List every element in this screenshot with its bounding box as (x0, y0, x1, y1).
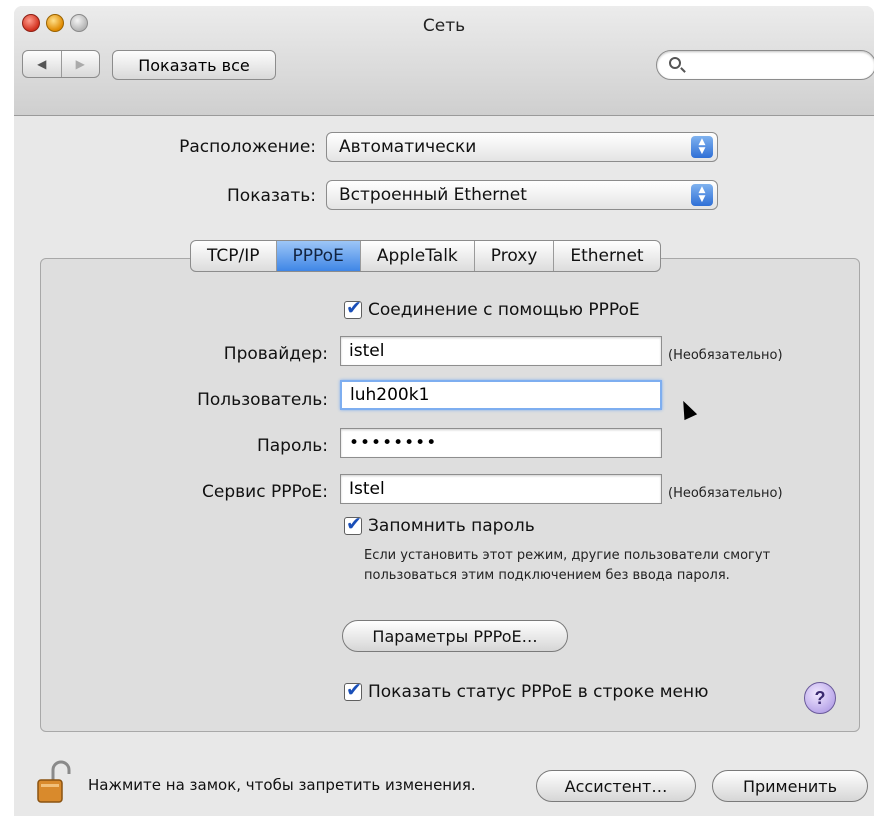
show-value: Встроенный Ethernet (339, 185, 527, 205)
service-hint: (Необязательно) (668, 486, 783, 501)
service-label: Сервис PPPoE: (202, 482, 328, 502)
location-value: Автоматически (339, 137, 477, 157)
remember-password-label: Запомнить пароль (368, 516, 535, 536)
window-title: Сеть (422, 16, 466, 36)
tab-pppoe[interactable]: PPPoE (275, 241, 360, 271)
forward-arrow-icon[interactable]: ▶ (60, 51, 100, 77)
help-button[interactable]: ? (804, 682, 836, 714)
padlock-open-icon[interactable] (36, 760, 72, 804)
back-arrow-icon[interactable]: ◀ (23, 51, 61, 77)
remember-password-checkbox[interactable]: Запомнить пароль (344, 513, 535, 536)
popup-arrows-icon: ▲ ▼ (691, 184, 713, 206)
show-label: Показать: (227, 186, 316, 206)
preferences-window: Сеть ◀ ▶ Показать все Расположение: Авто… (14, 6, 874, 816)
connect-pppoe-checkbox[interactable]: Соединение с помощью PPPoE (344, 297, 640, 320)
lock-hint-text: Нажмите на замок, чтобы запретить измене… (88, 776, 476, 794)
show-all-button[interactable]: Показать все (112, 50, 276, 80)
password-input[interactable] (340, 428, 662, 458)
user-label: Пользователь: (197, 390, 328, 410)
search-input[interactable] (689, 55, 869, 75)
tab-appletalk[interactable]: AppleTalk (359, 241, 474, 271)
user-input[interactable] (340, 380, 662, 410)
checkbox-checked-icon (344, 513, 362, 535)
search-field[interactable] (656, 50, 874, 80)
provider-input[interactable] (340, 336, 662, 366)
tab-proxy[interactable]: Proxy (473, 241, 554, 271)
provider-hint: (Необязательно) (668, 348, 783, 363)
apply-button[interactable]: Применить (712, 770, 868, 802)
tab-tcpip[interactable]: TCP/IP (191, 241, 276, 271)
title-bar: Сеть ◀ ▶ Показать все (14, 6, 874, 116)
popup-arrows-icon: ▲ ▼ (691, 136, 713, 158)
provider-label: Провайдер: (223, 344, 328, 364)
remember-password-description: Если установить этот режим, другие польз… (364, 548, 771, 583)
search-icon (669, 57, 681, 69)
show-status-label: Показать статус PPPoE в строке меню (368, 682, 709, 702)
location-label: Расположение: (179, 137, 316, 157)
pppoe-options-button[interactable]: Параметры PPPoE… (342, 620, 568, 652)
password-label: Пароль: (256, 436, 328, 456)
service-input[interactable] (340, 474, 662, 504)
back-forward-control: ◀ ▶ (22, 50, 100, 78)
tab-ethernet[interactable]: Ethernet (553, 241, 659, 271)
tab-bar: TCP/IP PPPoE AppleTalk Proxy Ethernet (190, 240, 661, 272)
checkbox-checked-icon (344, 297, 362, 319)
checkbox-checked-icon (344, 679, 362, 701)
show-popup[interactable]: Встроенный Ethernet ▲ ▼ (326, 180, 718, 210)
show-status-checkbox[interactable]: Показать статус PPPoE в строке меню (344, 679, 709, 702)
connect-pppoe-label: Соединение с помощью PPPoE (368, 300, 640, 320)
assistant-button[interactable]: Ассистент… (536, 770, 696, 802)
location-popup[interactable]: Автоматически ▲ ▼ (326, 132, 718, 162)
